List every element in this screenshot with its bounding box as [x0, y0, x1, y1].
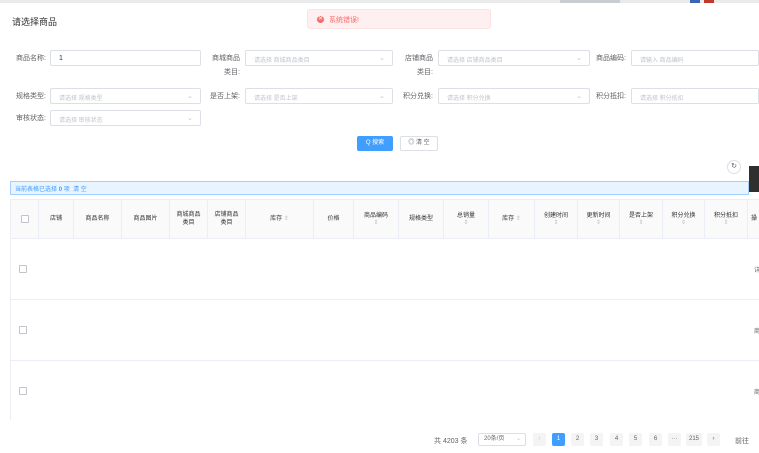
- spec-type-select[interactable]: 请选择 规格类型 ⌄: [50, 88, 201, 104]
- product-thumbnail-edge: [749, 166, 759, 192]
- sort-icon[interactable]: ⇕: [463, 220, 468, 227]
- store-category-label: 店铺商品 类目:: [405, 55, 433, 76]
- more-pages-ellipsis[interactable]: ···: [668, 433, 681, 446]
- points-redeem-select[interactable]: 请选择 积分兑换 ⌄: [438, 88, 590, 104]
- select-all-checkbox[interactable]: [20, 215, 29, 223]
- column-header[interactable]: 商品编码 ⇕: [354, 200, 399, 238]
- column-header[interactable]: 价格: [314, 200, 354, 238]
- sort-icon[interactable]: ⇕: [373, 220, 378, 227]
- on-shelf-label: 是否上架:: [210, 93, 240, 100]
- row-checkbox[interactable]: [19, 387, 27, 395]
- page-number[interactable]: 2: [571, 433, 584, 446]
- sort-icon[interactable]: ⇕: [723, 220, 728, 227]
- mall-category-label: 商城商品 类目:: [212, 55, 240, 76]
- table-row[interactable]: 商: [11, 299, 759, 361]
- column-header[interactable]: 库存 ⇕: [246, 200, 314, 238]
- page-number[interactable]: 3: [590, 433, 603, 446]
- dialog-title: 请选择商品: [12, 17, 58, 27]
- product-name-value: 1: [59, 55, 63, 62]
- toast-message: 系统错误!: [329, 17, 359, 24]
- reset-button[interactable]: ◎ 清 空: [400, 136, 438, 151]
- table-row[interactable]: 详: [11, 238, 759, 300]
- prev-page-button[interactable]: ‹: [533, 433, 546, 446]
- next-page-button[interactable]: ›: [707, 433, 720, 446]
- points-deduct-select[interactable]: 请选择 积分抵扣: [631, 88, 759, 104]
- row-action-edge[interactable]: 商: [754, 326, 759, 335]
- select-all-cell: [11, 200, 39, 238]
- search-button[interactable]: Q 搜索: [357, 136, 393, 151]
- page-number[interactable]: 6: [649, 433, 662, 446]
- column-header[interactable]: 库存 ⇕: [489, 200, 535, 238]
- chevron-down-icon: ⌄: [576, 93, 582, 100]
- column-header[interactable]: 创建时间 ⇕: [535, 200, 578, 238]
- column-header[interactable]: 商品图片: [122, 200, 170, 238]
- chevron-down-icon: ⌄: [379, 93, 385, 100]
- chevron-down-icon: ⌄: [379, 55, 385, 62]
- page-number[interactable]: 215: [686, 433, 702, 446]
- chevron-down-icon: ⌄: [576, 55, 582, 62]
- product-code-label: 商品编码:: [596, 55, 626, 62]
- spec-type-label: 规格类型:: [16, 93, 46, 100]
- column-header[interactable]: 商品名称: [74, 200, 122, 238]
- selection-unit: 项: [63, 187, 70, 193]
- sort-icon[interactable]: ⇕: [638, 220, 643, 227]
- chevron-down-icon: ⌄: [187, 115, 193, 122]
- product-name-input[interactable]: 1: [50, 50, 201, 66]
- column-header[interactable]: 总销量 ⇕: [444, 200, 489, 238]
- audit-status-label: 审核状态:: [16, 115, 46, 122]
- row-checkbox[interactable]: [19, 265, 27, 273]
- on-shelf-select[interactable]: 请选择 是否上架 ⌄: [245, 88, 393, 104]
- selection-info-bar: 当前表格已选择 0 项 清 空: [10, 181, 749, 195]
- table-header: 店铺 商品名称 商品图片 商城商品类目 店铺商品类目 库存 ⇕ 价格 商品编码 ⇕…: [11, 200, 759, 239]
- sort-icon[interactable]: ⇕: [282, 216, 289, 223]
- selection-prefix: 当前表格已选择: [15, 187, 58, 193]
- page-number[interactable]: 1: [552, 433, 565, 446]
- page-number[interactable]: 5: [629, 433, 642, 446]
- column-header[interactable]: 积分抵扣 ⇕: [705, 200, 748, 238]
- row-action-edge[interactable]: 商: [754, 387, 759, 396]
- row-action-edge[interactable]: 详: [754, 265, 759, 274]
- page-size-select[interactable]: 20条/页 ⌄: [478, 433, 526, 446]
- sort-icon[interactable]: ⇕: [681, 220, 686, 227]
- clear-selection-link[interactable]: 清 空: [73, 187, 87, 193]
- store-category-select[interactable]: 请选择 店铺商品类目 ⌄: [438, 50, 590, 66]
- points-deduct-label: 积分抵扣:: [596, 93, 626, 100]
- audit-status-select[interactable]: 请选择 审核状态 ⌄: [50, 110, 201, 126]
- pagination-total: 共 4203 条: [434, 438, 468, 445]
- goto-label: 前往: [735, 438, 749, 445]
- column-header[interactable]: 更新时间 ⇕: [578, 200, 620, 238]
- product-name-label: 商品名称:: [16, 55, 46, 62]
- points-redeem-label: 积分兑换:: [403, 93, 433, 100]
- column-header[interactable]: 商城商品类目: [170, 200, 208, 238]
- column-header[interactable]: 积分兑换 ⇕: [663, 200, 705, 238]
- column-header[interactable]: 店铺商品类目: [208, 200, 246, 238]
- sort-icon[interactable]: ⇕: [596, 220, 601, 227]
- mall-category-select[interactable]: 请选择 商城商品类目 ⌄: [245, 50, 393, 66]
- product-table: 店铺 商品名称 商品图片 商城商品类目 店铺商品类目 库存 ⇕ 价格 商品编码 ⇕…: [10, 199, 759, 420]
- selection-count: 0: [58, 187, 63, 193]
- column-header[interactable]: 规格类型: [399, 200, 444, 238]
- error-circle-icon: ✕: [317, 16, 324, 23]
- column-header[interactable]: 店铺: [39, 200, 74, 238]
- error-toast: ✕ 系统错误!: [307, 9, 491, 29]
- chevron-down-icon: ⌄: [515, 436, 521, 442]
- sort-icon[interactable]: ⇕: [514, 216, 521, 223]
- sort-icon[interactable]: ⇕: [553, 220, 558, 227]
- refresh-icon[interactable]: ↻: [727, 160, 741, 174]
- row-checkbox[interactable]: [19, 326, 27, 334]
- column-header[interactable]: 是否上架 ⇕: [620, 200, 663, 238]
- window-top-strip: [0, 0, 759, 3]
- product-code-input[interactable]: 请输入 商品编码: [631, 50, 759, 66]
- column-header: 操: [750, 216, 757, 222]
- chevron-down-icon: ⌄: [187, 93, 193, 100]
- table-row[interactable]: 商: [11, 360, 759, 420]
- page-number[interactable]: 4: [610, 433, 623, 446]
